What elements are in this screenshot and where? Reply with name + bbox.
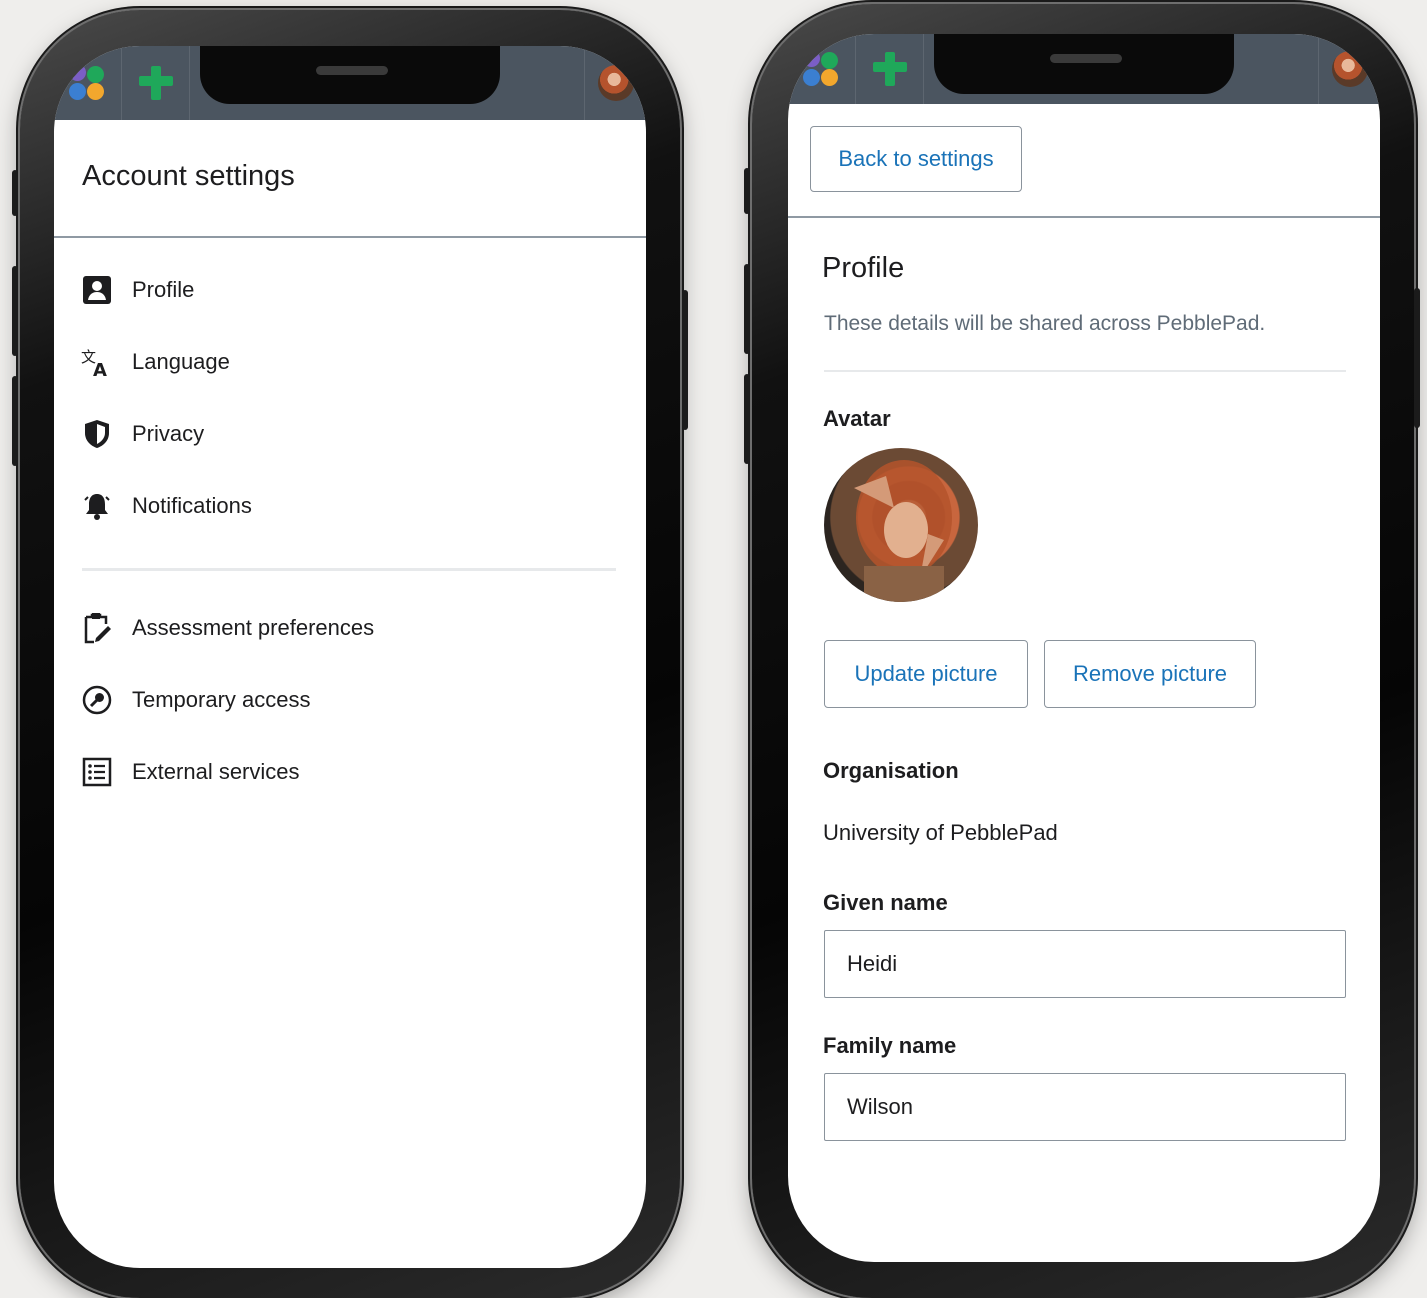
svg-text:A: A (93, 360, 107, 378)
phone-frame-right: Back to settings Profile These details w… (744, 4, 1420, 1298)
power-button (682, 290, 688, 430)
screen-account-settings: Account settings Profile 文A Language Pri… (54, 46, 646, 1268)
organisation-label: Organisation (823, 758, 959, 783)
volume-down-button (12, 376, 18, 466)
menu-item-label: Assessment preferences (132, 615, 375, 640)
menu-item-label: Notifications (132, 493, 252, 518)
pebblepad-logo-icon (802, 50, 841, 88)
organisation-value: University of PebblePad (823, 820, 1058, 845)
user-menu-button[interactable] (584, 46, 646, 120)
key-circle-icon (80, 683, 114, 717)
section-description: These details will be shared across Pebb… (824, 312, 1266, 335)
profile-icon (80, 273, 114, 307)
family-name-input[interactable] (824, 1073, 1346, 1141)
phone-notch (934, 34, 1234, 94)
phone-frame-left: Account settings Profile 文A Language Pri… (12, 10, 688, 1298)
back-bar: Back to settings (788, 104, 1380, 218)
menu-item-privacy[interactable]: Privacy (80, 398, 620, 470)
menu-item-label: Privacy (132, 421, 205, 446)
green-plus-icon (138, 66, 173, 100)
home-logo-button[interactable] (788, 34, 856, 104)
update-picture-button[interactable]: Update picture (824, 640, 1028, 708)
avatar-label: Avatar (823, 406, 891, 431)
given-name-input[interactable] (824, 930, 1346, 998)
screen-profile: Back to settings Profile These details w… (788, 34, 1380, 1262)
menu-item-external-services[interactable]: External services (80, 736, 620, 808)
page-title: Account settings (82, 160, 295, 192)
back-to-settings-button[interactable]: Back to settings (810, 126, 1022, 192)
settings-menu-primary: Profile 文A Language Privacy Notification… (80, 254, 620, 542)
section-divider (824, 370, 1346, 372)
power-button (1414, 288, 1420, 428)
menu-item-language[interactable]: 文A Language (80, 326, 620, 398)
menu-item-profile[interactable]: Profile (80, 254, 620, 326)
user-avatar-icon (1331, 51, 1368, 87)
green-plus-icon (872, 52, 907, 86)
app-topbar (788, 34, 1380, 104)
user-menu-button[interactable] (1318, 34, 1380, 104)
app-topbar (54, 46, 646, 120)
menu-item-label: Temporary access (132, 687, 311, 712)
remove-picture-button[interactable]: Remove picture (1044, 640, 1256, 708)
add-button[interactable] (856, 34, 924, 104)
mute-switch (744, 168, 750, 214)
menu-divider (82, 568, 616, 571)
menu-item-assessment-preferences[interactable]: Assessment preferences (80, 592, 620, 664)
menu-item-label: Profile (132, 277, 195, 302)
volume-up-button (12, 266, 18, 356)
page-header: Account settings (54, 120, 646, 238)
menu-item-notifications[interactable]: Notifications (80, 470, 620, 542)
avatar-image (824, 448, 978, 602)
mute-switch (12, 170, 18, 216)
volume-down-button (744, 374, 750, 464)
bell-icon (80, 489, 114, 523)
settings-menu-secondary: Assessment preferences Temporary access … (80, 592, 620, 808)
phone-notch (200, 46, 500, 104)
menu-item-label: Language (132, 349, 230, 374)
user-avatar-icon (597, 65, 634, 101)
family-name-label: Family name (823, 1033, 957, 1058)
clipboard-edit-icon (80, 611, 114, 645)
given-name-label: Given name (823, 890, 948, 915)
shield-icon (80, 417, 114, 451)
home-logo-button[interactable] (54, 46, 122, 120)
pebblepad-logo-icon (68, 64, 107, 102)
menu-item-label: External services (132, 759, 300, 784)
volume-up-button (744, 264, 750, 354)
menu-item-temporary-access[interactable]: Temporary access (80, 664, 620, 736)
list-icon (80, 755, 114, 789)
translate-icon: 文A (80, 345, 114, 379)
add-button[interactable] (122, 46, 190, 120)
section-title: Profile (822, 252, 905, 284)
